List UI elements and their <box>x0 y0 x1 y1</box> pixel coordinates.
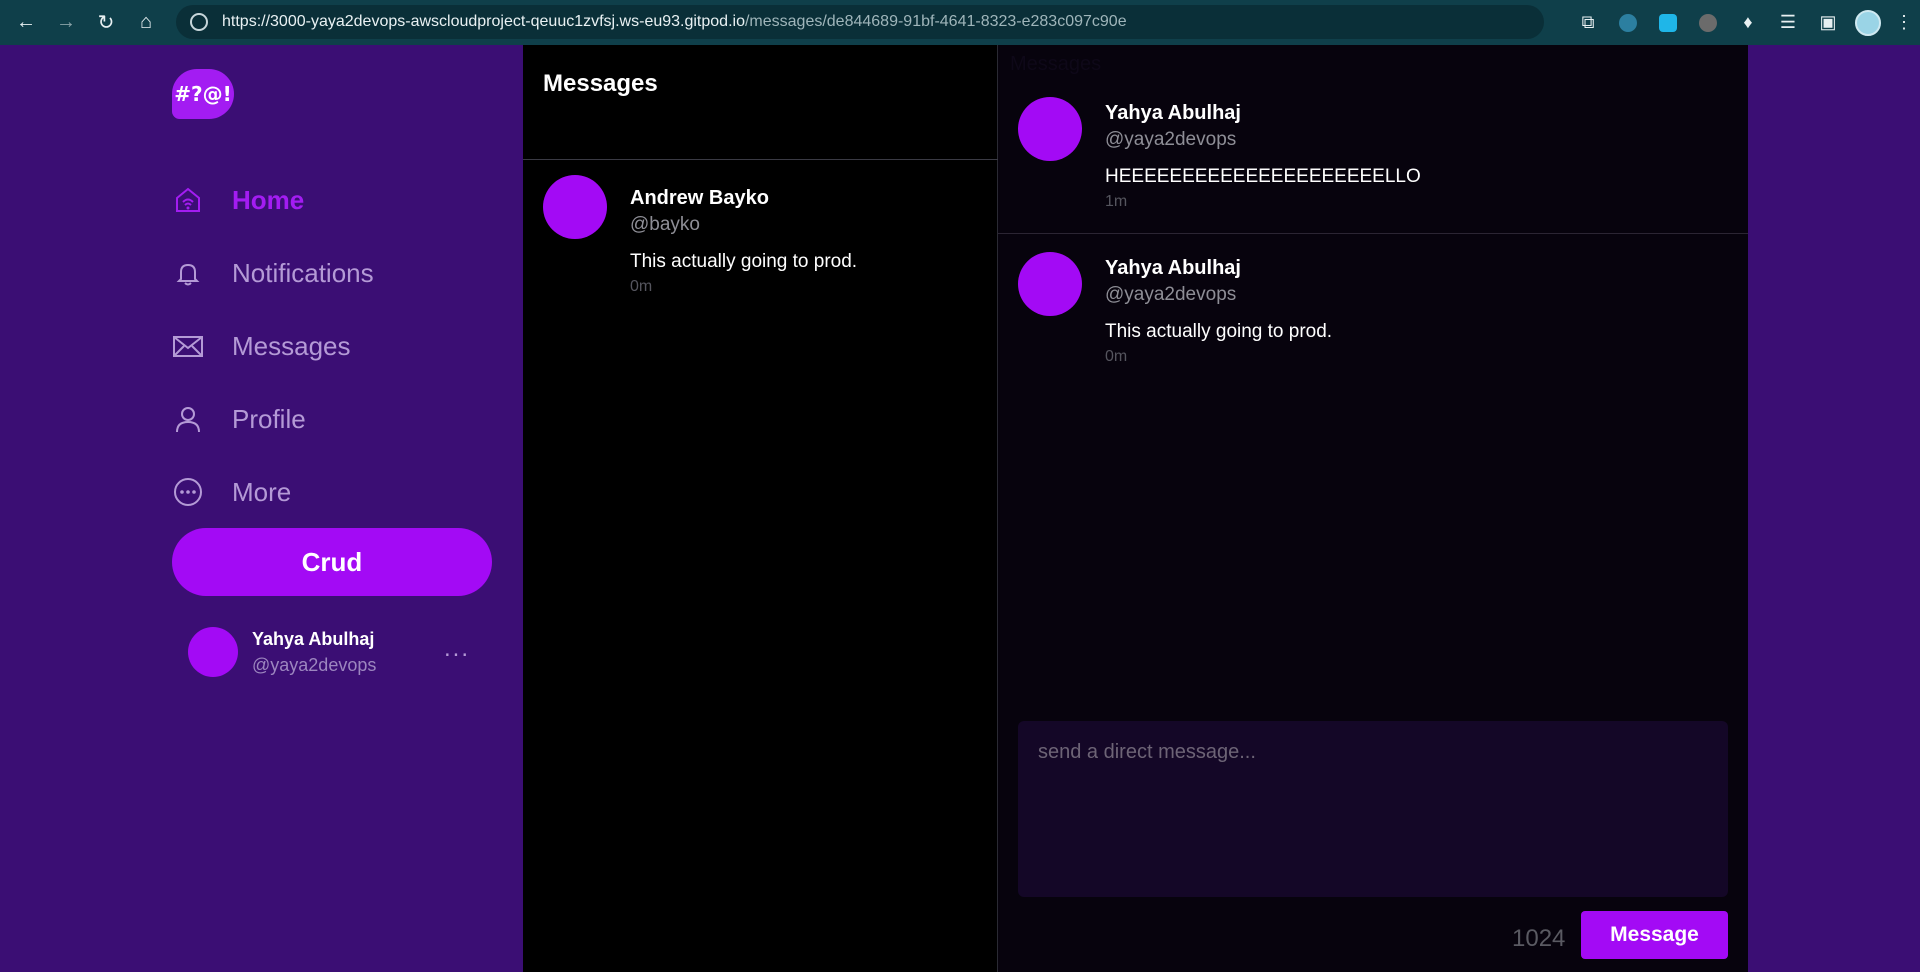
sender-handle: @bayko <box>630 214 700 235</box>
profile-card[interactable]: Yahya Abulhaj @yaya2devops ... <box>188 625 488 681</box>
sender-handle: @yaya2devops <box>1105 284 1237 305</box>
message-item[interactable]: Yahya Abulhaj @yaya2devops This actually… <box>998 235 1748 385</box>
extension-icon-1[interactable] <box>1608 0 1648 45</box>
sender-name: Andrew Bayko <box>630 187 769 209</box>
url-host: https://3000-yaya2devops-awscloudproject… <box>222 13 745 30</box>
sender-name: Yahya Abulhaj <box>1105 257 1241 279</box>
profile-handle: @yaya2devops <box>252 655 377 675</box>
back-icon[interactable]: ← <box>6 0 46 45</box>
home-icon <box>172 184 204 216</box>
url-text: https://3000-yaya2devops-awscloudproject… <box>222 13 1127 31</box>
sidebar: #?@! Home Notifications Messages Profile <box>172 45 522 972</box>
sidebar-item-label: More <box>232 476 292 507</box>
sidepanel-icon[interactable]: ▣ <box>1808 0 1848 45</box>
sidebar-item-label: Home <box>232 184 305 215</box>
avatar <box>543 175 607 239</box>
avatar <box>1018 252 1082 316</box>
reload-icon[interactable]: ↻ <box>86 0 126 45</box>
message-text: This actually going to prod. <box>1105 321 1333 342</box>
sidebar-item-messages[interactable]: Messages <box>172 321 351 371</box>
character-counter: 1024 <box>1512 925 1566 952</box>
sidebar-item-label: Messages <box>232 330 351 361</box>
more-options-icon[interactable]: ... <box>444 635 470 663</box>
message-group-item[interactable]: Andrew Bayko @bayko This actually going … <box>523 175 998 295</box>
page-title: Messages <box>543 70 658 97</box>
extension-icon-3[interactable] <box>1688 0 1728 45</box>
sidebar-item-notifications[interactable]: Notifications <box>172 248 374 298</box>
bell-icon <box>172 257 204 289</box>
sidebar-item-label: Notifications <box>232 257 374 288</box>
sidebar-item-profile[interactable]: Profile <box>172 394 306 444</box>
playlist-icon[interactable]: ☰ <box>1768 0 1808 45</box>
message-item[interactable]: Yahya Abulhaj @yaya2devops HEEEEEEEEEEEE… <box>998 45 1748 234</box>
divider <box>523 159 998 160</box>
sidebar-item-label: Profile <box>232 403 306 434</box>
profile-name: Yahya Abulhaj <box>252 629 375 649</box>
browser-toolbar: ← → ↻ ⌂ https://3000-yaya2devops-awsclou… <box>0 0 1920 45</box>
message-time: 1m <box>1105 193 1128 210</box>
forward-icon[interactable]: → <box>46 0 86 45</box>
crud-button[interactable]: Crud <box>172 528 492 596</box>
sender-name: Yahya Abulhaj <box>1105 102 1241 124</box>
direct-message-input[interactable] <box>1018 721 1728 897</box>
person-icon <box>172 403 204 435</box>
page-background <box>1748 45 1920 972</box>
screenshot-icon[interactable]: ⧉ <box>1568 0 1608 45</box>
message-time: 0m <box>630 278 653 295</box>
url-path: /messages/de844689-91bf-4641-8323-e283c0… <box>744 13 1127 30</box>
menu-icon[interactable]: ⋮ <box>1888 0 1920 45</box>
message-groups-panel: Messages Andrew Bayko @bayko This actual… <box>523 45 998 972</box>
envelope-icon <box>172 330 204 362</box>
avatar <box>1018 97 1082 161</box>
profile-icon[interactable] <box>1848 0 1888 45</box>
extension-icon-2[interactable] <box>1648 0 1688 45</box>
message-text: This actually going to prod. <box>630 251 858 272</box>
message-text: HEEEEEEEEEEEEEEEEEEEEELLO <box>1105 166 1421 187</box>
sidebar-item-more[interactable]: More <box>172 467 291 517</box>
conversation-panel: Messages Yahya Abulhaj @yaya2devops HEEE… <box>998 45 1748 972</box>
more-circle-icon <box>172 476 204 508</box>
puzzle-icon[interactable]: ♦ <box>1728 0 1768 45</box>
avatar <box>188 627 238 677</box>
sender-handle: @yaya2devops <box>1105 129 1237 150</box>
extensions-bar: ⧉ ♦ ☰ ▣ ⋮ <box>1568 0 1920 45</box>
app-root: #?@! Home Notifications Messages Profile <box>0 45 1920 972</box>
message-time: 0m <box>1105 348 1128 365</box>
site-info-icon[interactable] <box>190 13 208 31</box>
address-bar[interactable]: https://3000-yaya2devops-awscloudproject… <box>176 5 1544 39</box>
sidebar-item-home[interactable]: Home <box>172 175 304 225</box>
app-logo[interactable]: #?@! <box>172 69 234 119</box>
home-icon[interactable]: ⌂ <box>126 0 166 45</box>
send-message-button[interactable]: Message <box>1581 911 1728 959</box>
